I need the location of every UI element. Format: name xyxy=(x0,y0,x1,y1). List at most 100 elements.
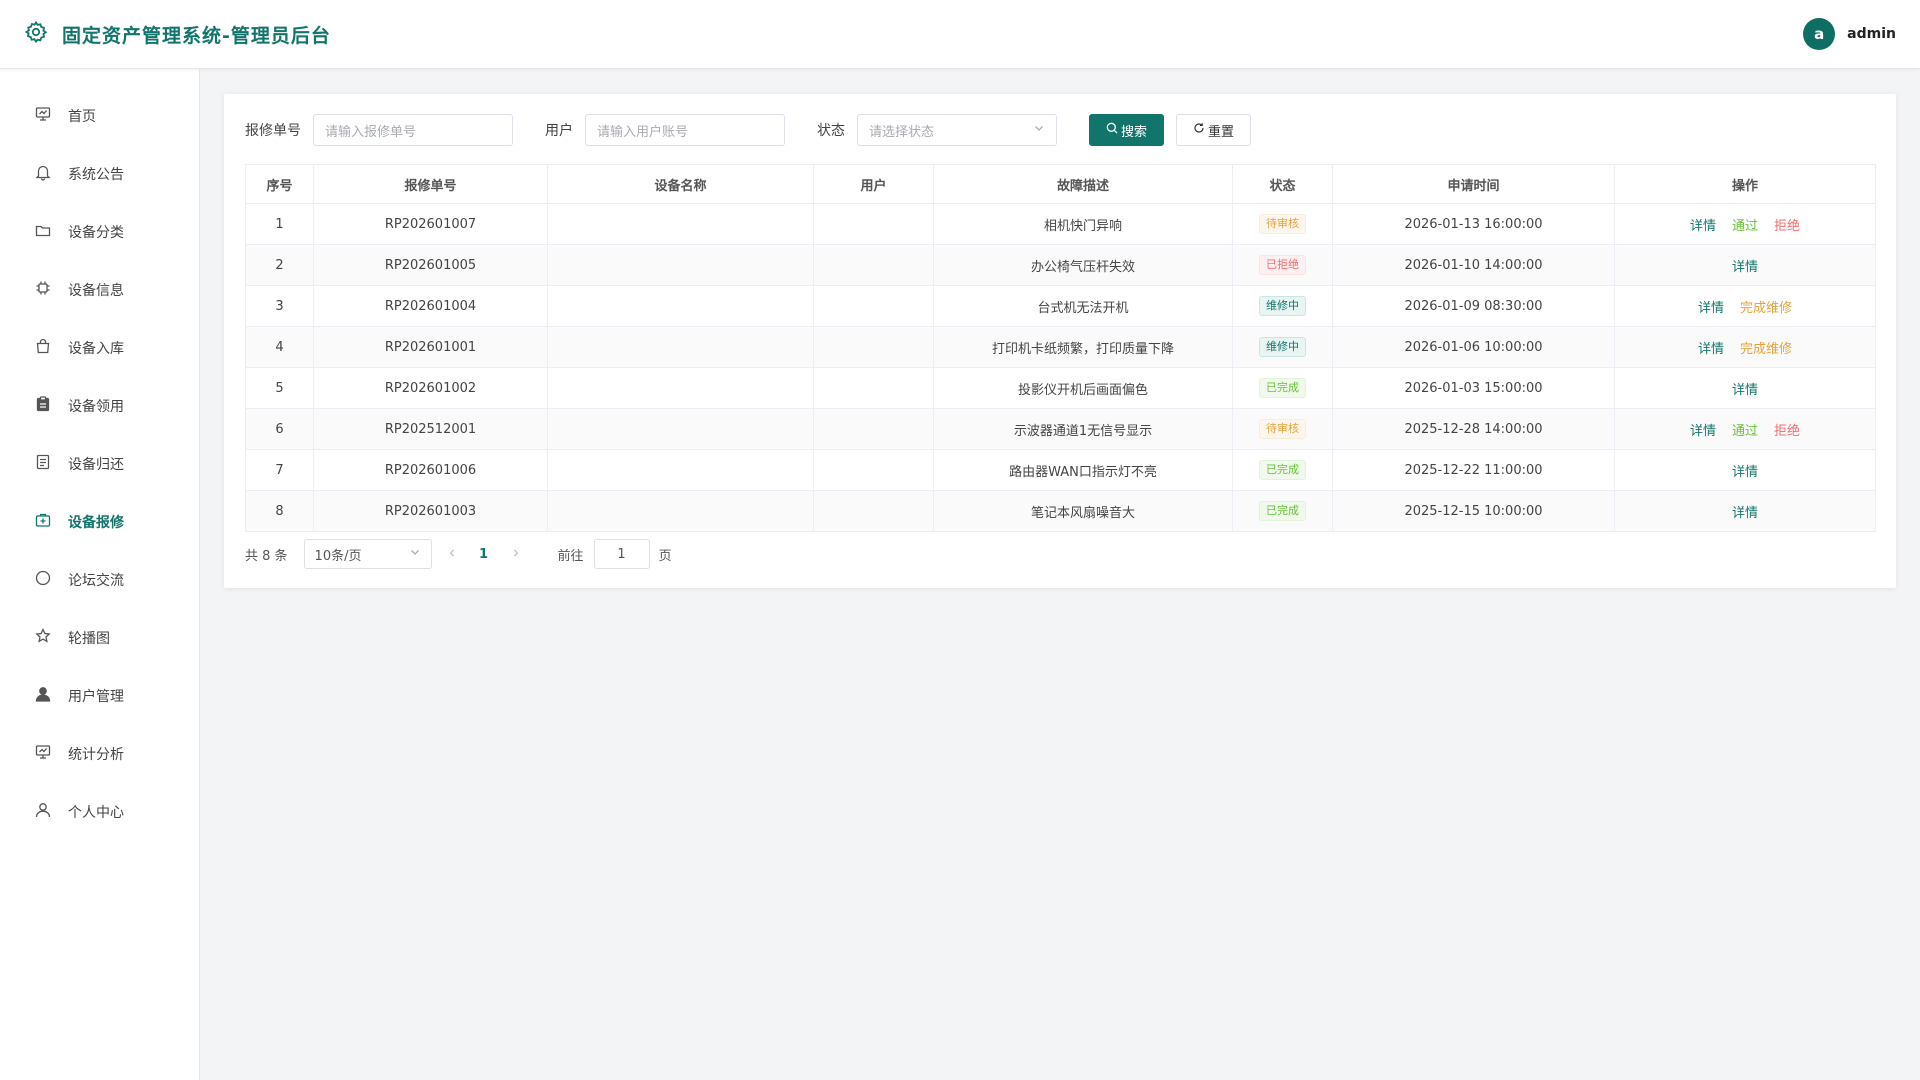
page-size-select[interactable]: 10条/页 xyxy=(303,539,432,569)
sidebar-item-10[interactable]: 用户管理 xyxy=(0,667,199,725)
cell-actions: 详情 xyxy=(1614,449,1876,491)
sidebar-item-3[interactable]: 设备信息 xyxy=(0,261,199,319)
detail-action[interactable]: 详情 xyxy=(1732,502,1758,521)
username[interactable]: admin xyxy=(1847,26,1896,42)
cell-repair-no: RP202601007 xyxy=(313,203,548,245)
jump-page-input[interactable]: 1 xyxy=(593,539,650,569)
sidebar-item-label: 统计分析 xyxy=(68,747,124,763)
sidebar: 首页系统公告设备分类设备信息设备入库 设备领用 设备归还 设备报修论坛交流轮播图 用户管… xyxy=(0,69,200,1080)
detail-action[interactable]: 详情 xyxy=(1698,338,1724,357)
avatar[interactable]: a xyxy=(1803,18,1836,50)
detail-action[interactable]: 详情 xyxy=(1732,256,1758,275)
cell-user xyxy=(813,326,934,368)
cell-repair-no: RP202601002 xyxy=(313,367,548,409)
status-badge: 已完成 xyxy=(1259,501,1306,521)
sidebar-item-9[interactable]: 轮播图 xyxy=(0,609,199,667)
cell-device-name xyxy=(547,285,814,327)
reject-action[interactable]: 拒绝 xyxy=(1774,420,1800,439)
reset-button[interactable]: 重置 xyxy=(1176,114,1252,146)
sidebar-item-8[interactable]: 论坛交流 xyxy=(0,551,199,609)
prev-page-icon[interactable] xyxy=(442,547,462,562)
sidebar-item-0[interactable]: 首页 xyxy=(0,87,199,145)
detail-action[interactable]: 详情 xyxy=(1690,420,1716,439)
sidebar-item-label: 论坛交流 xyxy=(68,573,124,589)
repair-no-label: 报修单号 xyxy=(245,123,301,139)
clipboard-icon xyxy=(34,395,52,417)
next-page-icon[interactable] xyxy=(506,547,526,562)
user-menu[interactable]: a admin xyxy=(1803,18,1896,50)
user-input[interactable]: 请输入用户账号 xyxy=(585,114,785,146)
refresh-icon xyxy=(1193,122,1205,138)
sidebar-item-11[interactable]: 统计分析 xyxy=(0,725,199,783)
finish-action[interactable]: 完成维修 xyxy=(1740,338,1792,357)
cell-status: 已完成 xyxy=(1232,490,1333,532)
sidebar-item-label: 设备信息 xyxy=(68,283,124,299)
cell-actions: 详情 通过 拒绝 xyxy=(1614,408,1876,450)
search-button[interactable]: 搜索 xyxy=(1089,114,1165,146)
sidebar-item-7[interactable]: 设备报修 xyxy=(0,493,199,551)
status-badge: 维修中 xyxy=(1259,337,1306,357)
sidebar-item-label: 首页 xyxy=(68,109,96,125)
cell-status: 已完成 xyxy=(1232,449,1333,491)
cell-device-name xyxy=(547,449,814,491)
cell-user xyxy=(813,408,934,450)
sidebar-item-label: 个人中心 xyxy=(68,805,124,821)
user-outline-icon xyxy=(34,801,52,823)
chevron-down-icon xyxy=(409,546,421,562)
cell-description: 示波器通道1无信号显示 xyxy=(933,408,1233,450)
cell-description: 相机快门异响 xyxy=(933,203,1233,245)
detail-action[interactable]: 详情 xyxy=(1732,461,1758,480)
table-row: 7 RP202601006 路由器WAN口指示灯不亮 已完成 2025-12-22 11… xyxy=(245,449,1876,491)
cell-user xyxy=(813,449,934,491)
cell-description: 笔记本风扇噪音大 xyxy=(933,490,1233,532)
app-title: 固定资产管理系统-管理员后台 xyxy=(62,24,331,47)
cell-status: 已拒绝 xyxy=(1232,244,1333,286)
cell-apply-time: 2026-01-06 10:00:00 xyxy=(1332,326,1615,368)
cell-actions: 详情 完成维修 xyxy=(1614,285,1876,327)
cell-device-name xyxy=(547,408,814,450)
cell-device-name xyxy=(547,367,814,409)
sidebar-item-1[interactable]: 系统公告 xyxy=(0,145,199,203)
cell-user xyxy=(813,244,934,286)
repair-no-input[interactable]: 请输入报修单号 xyxy=(313,114,513,146)
sidebar-item-4[interactable]: 设备入库 xyxy=(0,319,199,377)
cell-status: 待审核 xyxy=(1232,408,1333,450)
reject-action[interactable]: 拒绝 xyxy=(1774,215,1800,234)
table-row: 6 RP202512001 示波器通道1无信号显示 待审核 2025-12-28 14:… xyxy=(245,408,1876,450)
status-badge: 维修中 xyxy=(1259,296,1306,316)
detail-action[interactable]: 详情 xyxy=(1690,215,1716,234)
repair-table: 序号 报修单号 设备名称 用户 故障描述 状态 申请时间 操作 1 RP20260… xyxy=(245,164,1876,532)
status-label: 状态 xyxy=(817,123,845,139)
pass-action[interactable]: 通过 xyxy=(1732,420,1758,439)
reset-button-label: 重置 xyxy=(1208,124,1235,140)
cell-device-name xyxy=(547,326,814,368)
table-row: 8 RP202601003 笔记本风扇噪音大 已完成 2025-12-15 10:00:… xyxy=(245,490,1876,532)
main-panel: 报修单号 请输入报修单号 用户 请输入用户账号 状态 请选择状态 搜索 重置 序… xyxy=(224,94,1896,588)
sidebar-item-6[interactable]: 设备归还 xyxy=(0,435,199,493)
status-select[interactable]: 请选择状态 xyxy=(857,114,1057,146)
detail-action[interactable]: 详情 xyxy=(1732,379,1758,398)
pass-action[interactable]: 通过 xyxy=(1732,215,1758,234)
sidebar-item-5[interactable]: 设备领用 xyxy=(0,377,199,435)
detail-action[interactable]: 详情 xyxy=(1698,297,1724,316)
page-number-current[interactable]: 1 xyxy=(472,547,496,562)
cell-repair-no: RP202601004 xyxy=(313,285,548,327)
search-icon xyxy=(1106,122,1118,138)
finish-action[interactable]: 完成维修 xyxy=(1740,297,1792,316)
pagination: 共 8 条 10条/页 1 前往 1 页 xyxy=(245,538,1875,570)
gear-icon[interactable] xyxy=(24,20,48,48)
sidebar-item-label: 系统公告 xyxy=(68,167,124,183)
status-badge: 待审核 xyxy=(1259,419,1306,439)
bell-icon xyxy=(34,163,52,185)
header-user: 用户 xyxy=(813,164,934,204)
cell-index: 2 xyxy=(245,244,314,286)
cell-repair-no: RP202601001 xyxy=(313,326,548,368)
cell-device-name xyxy=(547,244,814,286)
sidebar-item-12[interactable]: 个人中心 xyxy=(0,783,199,841)
star-icon xyxy=(34,627,52,649)
filter-bar: 报修单号 请输入报修单号 用户 请输入用户账号 状态 请选择状态 搜索 重置 xyxy=(245,114,1875,146)
jump-suffix: 页 xyxy=(658,548,672,564)
sidebar-item-2[interactable]: 设备分类 xyxy=(0,203,199,261)
cell-actions: 详情 xyxy=(1614,367,1876,409)
user-filled-icon xyxy=(34,685,52,707)
